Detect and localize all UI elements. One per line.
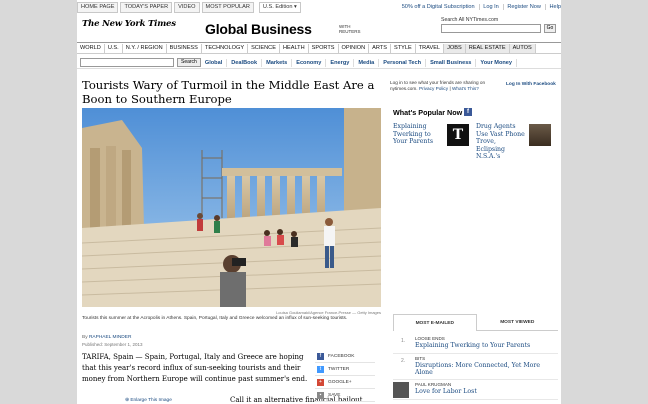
nav-style[interactable]: STYLE	[391, 43, 416, 53]
subnav-dealbook[interactable]: DealBook	[227, 58, 263, 67]
top-bar: HOME PAGE TODAY'S PAPER VIDEO MOST POPUL…	[77, 2, 561, 13]
photo-credit: Louisa Gouliamaki/Agence France-Presse —…	[276, 310, 381, 315]
register-link[interactable]: Register Now	[503, 4, 541, 10]
search-label: Search All NYTimes.com	[441, 17, 499, 23]
privacy-policy-link[interactable]: Privacy Policy	[419, 86, 448, 91]
with-reuters-label: WITH REUTERS	[339, 24, 361, 34]
save-icon: ▪	[317, 391, 324, 399]
twitter-icon: t	[317, 365, 324, 373]
nav-world[interactable]: WORLD	[77, 43, 105, 53]
subnav-energy[interactable]: Energy	[326, 58, 355, 67]
login-separator: |	[449, 86, 451, 91]
popular-item-1[interactable]: Explaining Twerking to Your Parents	[393, 123, 445, 146]
search-go-button[interactable]: Go	[544, 24, 556, 33]
list-item-thumbnail	[393, 382, 409, 398]
nav-science[interactable]: SCIENCE	[248, 43, 280, 53]
account-links: 50% off a Digital Subscription Log In Re…	[396, 4, 561, 11]
enlarge-image-link[interactable]: ⊕ Enlarge This Image	[125, 398, 172, 403]
article-lede: TARIFA, Spain — Spain, Portugal, Italy a…	[82, 353, 308, 383]
list-item-number: 2.	[401, 358, 406, 364]
nyt-logo[interactable]: The New York Times	[82, 19, 176, 29]
nav-arts[interactable]: ARTS	[369, 43, 391, 53]
list-item-headline[interactable]: Explaining Twerking to Your Parents	[415, 342, 555, 349]
whats-this-link[interactable]: What's This?	[452, 86, 479, 91]
most-emailed-list: 1. LOOSE ENDS Explaining Twerking to You…	[393, 334, 558, 400]
subnav-media[interactable]: Media	[354, 58, 380, 67]
share-tools: f FACEBOOK t TWITTER + GOOGLE+ ▪ SAVE	[315, 350, 375, 402]
subnav-personal-tech[interactable]: Personal Tech	[379, 58, 427, 67]
edition-select[interactable]: U.S. Edition ▾	[258, 2, 301, 13]
facebook-icon: f	[317, 352, 324, 360]
page: HOME PAGE TODAY'S PAPER VIDEO MOST POPUL…	[77, 0, 561, 404]
whats-popular-title: What's Popular Now	[393, 108, 463, 117]
share-facebook-label: FACEBOOK	[328, 353, 355, 359]
byline-prefix: By	[82, 335, 88, 340]
help-link[interactable]: Help	[545, 4, 561, 10]
subnav-markets[interactable]: Markets	[262, 58, 293, 67]
share-save-label: SAVE	[328, 392, 341, 398]
sub-nav: Search Global DealBook Markets Economy E…	[77, 57, 561, 69]
photo-caption: Tourists this summer at the Acropolis in…	[82, 316, 348, 321]
facebook-login-text: Log in to see what your friends are shar…	[390, 80, 502, 92]
list-item-kicker: LOOSE ENDS	[415, 336, 445, 341]
share-facebook[interactable]: f FACEBOOK	[315, 350, 375, 363]
list-item-kicker: PAUL KRUGMAN	[415, 382, 452, 387]
section-search-button[interactable]: Search	[177, 58, 201, 67]
nav-autos[interactable]: AUTOS	[509, 43, 536, 53]
subnav-global[interactable]: Global	[201, 58, 228, 67]
nav-opinion[interactable]: OPINION	[339, 43, 370, 53]
subnav-your-money[interactable]: Your Money	[476, 58, 518, 67]
tab-most-viewed[interactable]: MOST VIEWED	[476, 314, 558, 331]
published-date: Published: September 1, 2013	[82, 342, 143, 347]
masthead: The New York Times Global Business WITH …	[77, 16, 561, 40]
subscription-link[interactable]: 50% off a Digital Subscription	[399, 4, 475, 10]
nav-technology[interactable]: TECHNOLOGY	[202, 43, 249, 53]
google-plus-icon: +	[317, 378, 324, 386]
nav-business[interactable]: BUSINESS	[167, 43, 202, 53]
popular-item-2-thumbnail[interactable]	[529, 124, 551, 146]
search-input[interactable]	[441, 24, 541, 33]
nav-travel[interactable]: TRAVEL	[416, 43, 445, 53]
photo-illustration	[82, 108, 381, 307]
nav-us[interactable]: U.S.	[105, 43, 123, 53]
facebook-icon: f	[464, 108, 472, 116]
todays-paper-button[interactable]: TODAY'S PAPER	[120, 2, 173, 13]
tab-most-emailed[interactable]: MOST E-MAILED	[393, 314, 477, 331]
share-google-plus-label: GOOGLE+	[328, 379, 352, 385]
acropolis-photo[interactable]	[82, 108, 381, 307]
login-with-facebook-button[interactable]: Log In With Facebook	[506, 82, 556, 87]
section-nav: WORLD U.S. N.Y. / REGION BUSINESS TECHNO…	[77, 42, 561, 54]
video-button[interactable]: VIDEO	[174, 2, 200, 13]
nyt-t-logo-icon: T	[447, 124, 469, 146]
most-popular-button[interactable]: MOST POPULAR	[201, 2, 254, 13]
home-page-button[interactable]: HOME PAGE	[77, 2, 119, 13]
popular-item-2[interactable]: Drug Agents Use Vast Phone Trove, Eclips…	[476, 123, 526, 161]
share-google-plus[interactable]: + GOOGLE+	[315, 376, 375, 389]
share-twitter-label: TWITTER	[328, 366, 350, 372]
list-item-number: 1.	[401, 338, 406, 344]
share-save[interactable]: ▪ SAVE	[315, 389, 375, 402]
list-item[interactable]: 1. LOOSE ENDS Explaining Twerking to You…	[393, 334, 558, 354]
most-popular-tabs: MOST E-MAILED MOST VIEWED	[393, 314, 558, 331]
nav-nyregion[interactable]: N.Y. / REGION	[123, 43, 167, 53]
subnav-economy[interactable]: Economy	[292, 58, 327, 67]
nav-health[interactable]: HEALTH	[280, 43, 309, 53]
list-item-kicker: BITS	[415, 356, 426, 361]
nav-real-estate[interactable]: REAL ESTATE	[465, 43, 510, 53]
facebook-login-box: Log in to see what your friends are shar…	[390, 80, 556, 100]
section-search-input[interactable]	[80, 58, 174, 67]
byline: By RAPHAEL MINDER	[82, 335, 131, 340]
section-title[interactable]: Global Business	[205, 21, 312, 37]
list-item-headline[interactable]: Love for Labor Lost	[415, 388, 555, 395]
nav-sports[interactable]: SPORTS	[309, 43, 339, 53]
login-link[interactable]: Log In	[479, 4, 499, 10]
share-twitter[interactable]: t TWITTER	[315, 363, 375, 376]
list-item-headline[interactable]: Disruptions: More Connected, Yet More Al…	[415, 362, 555, 376]
subnav-small-business[interactable]: Small Business	[426, 58, 477, 67]
author-link[interactable]: RAPHAEL MINDER	[89, 335, 131, 340]
nav-jobs[interactable]: JOBS	[444, 43, 466, 53]
list-item[interactable]: PAUL KRUGMAN Love for Labor Lost	[393, 380, 558, 400]
article-headline: Tourists Wary of Turmoil in the Middle E…	[82, 78, 375, 106]
list-item[interactable]: 2. BITS Disruptions: More Connected, Yet…	[393, 354, 558, 380]
